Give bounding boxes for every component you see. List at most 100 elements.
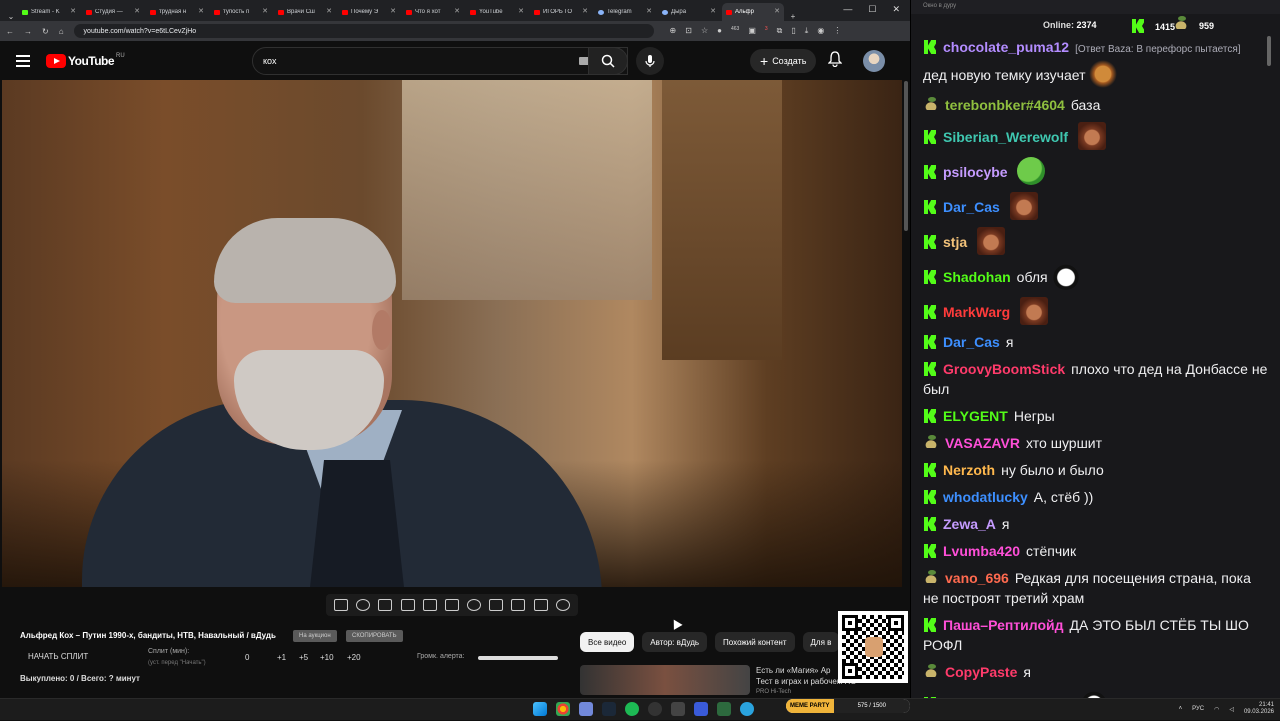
chat-username[interactable]: psilocybe (943, 164, 1008, 180)
browser-tab[interactable]: Альфр ✕ (722, 3, 784, 21)
create-button[interactable]: + Создать (750, 49, 817, 73)
network-icon[interactable]: ◠ (1214, 706, 1219, 713)
tray-chevron-icon[interactable]: ˄ (1179, 706, 1183, 712)
close-tab-icon[interactable]: ✕ (70, 7, 76, 15)
sidebar-icon[interactable]: ▯ (791, 26, 795, 36)
minimize-icon[interactable]: — (843, 4, 852, 15)
filter-author[interactable]: Автор: вДудь (642, 632, 708, 652)
video-player[interactable] (2, 80, 902, 587)
chat-username[interactable]: chocolate_puma12 (943, 39, 1069, 55)
back-icon[interactable]: ← (6, 27, 14, 36)
close-window-icon[interactable]: ✕ (892, 4, 900, 15)
extension-icon-2[interactable]: ▣ (748, 26, 756, 36)
volume-icon[interactable]: ◁ (1229, 706, 1234, 713)
browser-tab[interactable]: трудная н ✕ (146, 3, 208, 21)
chat-username[interactable]: Siberian_Werewolf (943, 129, 1068, 145)
profile-icon[interactable]: ◉ (817, 26, 824, 36)
language-indicator[interactable]: РУС (1192, 706, 1204, 712)
speed-gauge-icon[interactable] (467, 599, 482, 611)
address-bar[interactable]: youtube.com/watch?v=e6tLCevZjHo (73, 24, 654, 38)
chat-username[interactable]: whodatlucky (943, 489, 1028, 505)
chat-username[interactable]: MarkWarg (943, 304, 1010, 320)
close-tab-icon[interactable]: ✕ (326, 7, 332, 15)
close-tab-icon[interactable]: ✕ (646, 7, 652, 15)
filter-all-videos[interactable]: Все видео (580, 632, 635, 652)
reload-icon[interactable]: ↻ (42, 27, 49, 36)
cinema-mode-icon[interactable] (444, 599, 459, 611)
extensions-puzzle-icon[interactable]: ⧉ (777, 26, 783, 36)
copy-tag[interactable]: СКОПИРОВАТЬ (346, 630, 403, 642)
bookmark-star-icon[interactable]: ☆ (701, 26, 708, 36)
chat-username[interactable]: Dar_Cas (943, 334, 1000, 350)
browser-tab[interactable]: Telegram ✕ (594, 3, 656, 21)
spotify-icon[interactable] (625, 702, 639, 716)
account-avatar[interactable] (863, 50, 885, 72)
browser-tab[interactable]: Врачи Сш ✕ (274, 3, 336, 21)
filter-related[interactable]: Похожий контент (715, 632, 795, 652)
split-add-1[interactable]: +1 (277, 653, 286, 662)
browser-tab[interactable]: Студия — ✕ (82, 3, 144, 21)
recommended-video-thumbnail[interactable] (580, 665, 750, 695)
browser-tab[interactable]: Stream - K ✕ (18, 3, 80, 21)
discord-icon[interactable] (579, 702, 593, 716)
close-tab-icon[interactable]: ✕ (710, 7, 716, 15)
extension-badge[interactable]: 463 (731, 26, 739, 36)
install-app-icon[interactable]: ⊡ (685, 26, 692, 36)
browser-tab[interactable]: YouTube ✕ (466, 3, 528, 21)
obs-icon[interactable] (648, 702, 662, 716)
tool-icon[interactable] (717, 702, 731, 716)
close-tab-icon[interactable]: ✕ (262, 7, 268, 15)
chat-username[interactable]: terebonbker#4604 (945, 97, 1065, 113)
extension-icon[interactable]: ● (717, 26, 722, 36)
tab-search-chevron-icon[interactable]: ⌄ (4, 12, 18, 21)
split-add-10[interactable]: +10 (320, 653, 334, 662)
close-tab-icon[interactable]: ✕ (390, 7, 396, 15)
close-tab-icon[interactable]: ✕ (134, 7, 140, 15)
close-tab-icon[interactable]: ✕ (582, 7, 588, 15)
home-icon[interactable]: ⌂ (59, 27, 64, 36)
browser-menu-icon[interactable]: ⋮ (833, 26, 841, 36)
voice-search-button[interactable] (636, 47, 664, 75)
menu-icon[interactable] (16, 52, 30, 70)
split-add-20[interactable]: +20 (347, 653, 361, 662)
download-icon[interactable]: ⤓ (805, 26, 809, 36)
forward-icon[interactable]: → (24, 27, 32, 36)
player-icon[interactable] (694, 702, 708, 716)
flask-icon[interactable] (533, 599, 548, 611)
browser-tab[interactable]: тупость п ✕ (210, 3, 272, 21)
browser-tab[interactable]: Что я хот ✕ (402, 3, 464, 21)
chat-username[interactable]: Nerzoth (943, 462, 995, 478)
chat-username[interactable]: stja (943, 234, 967, 250)
chat-username[interactable]: CopyPaste (945, 664, 1017, 680)
chat-username[interactable]: Zewa_A (943, 516, 996, 532)
extension-badge-2[interactable]: 3 (765, 26, 768, 36)
steam-icon[interactable] (602, 702, 616, 716)
notifications-bell-icon[interactable] (827, 51, 843, 72)
start-icon[interactable] (533, 702, 547, 716)
alert-volume-slider[interactable] (478, 656, 558, 660)
split-add-5[interactable]: +5 (299, 653, 308, 662)
close-tab-icon[interactable]: ✕ (454, 7, 460, 15)
clapperboard-icon[interactable] (400, 599, 415, 611)
picture-in-picture-icon[interactable] (422, 599, 437, 611)
chat-username[interactable]: vano_696 (945, 570, 1009, 586)
close-tab-icon[interactable]: ✕ (198, 7, 204, 15)
maximize-icon[interactable]: ☐ (868, 4, 876, 15)
clock[interactable]: 21:41 09.03.2026 (1244, 702, 1274, 716)
chat-username[interactable]: GroovyBoomStick (943, 361, 1065, 377)
youtube-logo[interactable]: YouTube RU (46, 53, 125, 68)
chrome-icon[interactable] (556, 702, 570, 716)
split-value-0[interactable]: 0 (245, 653, 249, 662)
zoom-icon[interactable]: ⊕ (670, 26, 677, 36)
new-tab-button[interactable]: + (786, 12, 800, 21)
browser-tab[interactable]: Почему Э ✕ (338, 3, 400, 21)
browser-tab[interactable]: ИГОРЬ ГО ✕ (530, 3, 592, 21)
screenshot-camera-icon[interactable] (511, 599, 526, 611)
add-to-playlist-icon[interactable] (489, 599, 504, 611)
chat-scrollbar[interactable] (1266, 36, 1272, 686)
app-icon[interactable] (671, 702, 685, 716)
search-button[interactable] (588, 47, 628, 75)
filter-for-you[interactable]: Для в (802, 632, 840, 652)
close-tab-icon[interactable]: ✕ (518, 7, 524, 15)
close-tab-icon[interactable]: ✕ (774, 7, 780, 15)
